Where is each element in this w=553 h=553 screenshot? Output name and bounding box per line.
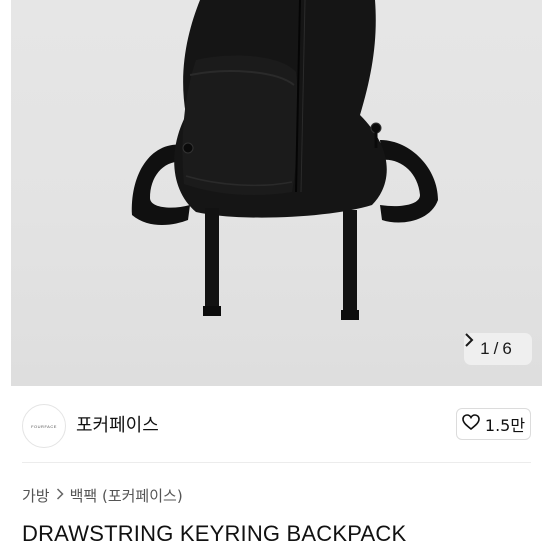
counter-total: 6 — [502, 339, 512, 358]
seller-avatar[interactable]: FOURFACE — [22, 404, 66, 448]
backpack-image — [131, 0, 438, 320]
like-button[interactable]: 1.5만 — [456, 408, 531, 440]
product-title: DRAWSTRING KEYRING BACKPACK — [22, 521, 407, 546]
product-image-gallery[interactable]: 1 / 6 — [0, 0, 553, 386]
breadcrumb: 가방 백팩 (포커페이스) — [22, 485, 183, 506]
like-count: 1.5만 — [484, 416, 526, 435]
counter-separator: / — [493, 339, 499, 358]
seller-avatar-text: FOURFACE — [31, 423, 57, 429]
heart-icon — [462, 414, 480, 434]
counter-current: 1 — [480, 339, 490, 358]
image-counter[interactable]: 1 / 6 — [464, 333, 532, 365]
seller-row[interactable]: FOURFACE 포커페이스 1.5만 — [0, 386, 553, 462]
divider — [22, 462, 531, 463]
chevron-right-icon — [56, 487, 64, 504]
breadcrumb-subcategory[interactable]: 백팩 (포커페이스) — [70, 485, 183, 506]
breadcrumb-category[interactable]: 가방 — [22, 485, 50, 506]
seller-name[interactable]: 포커페이스 — [76, 411, 159, 437]
